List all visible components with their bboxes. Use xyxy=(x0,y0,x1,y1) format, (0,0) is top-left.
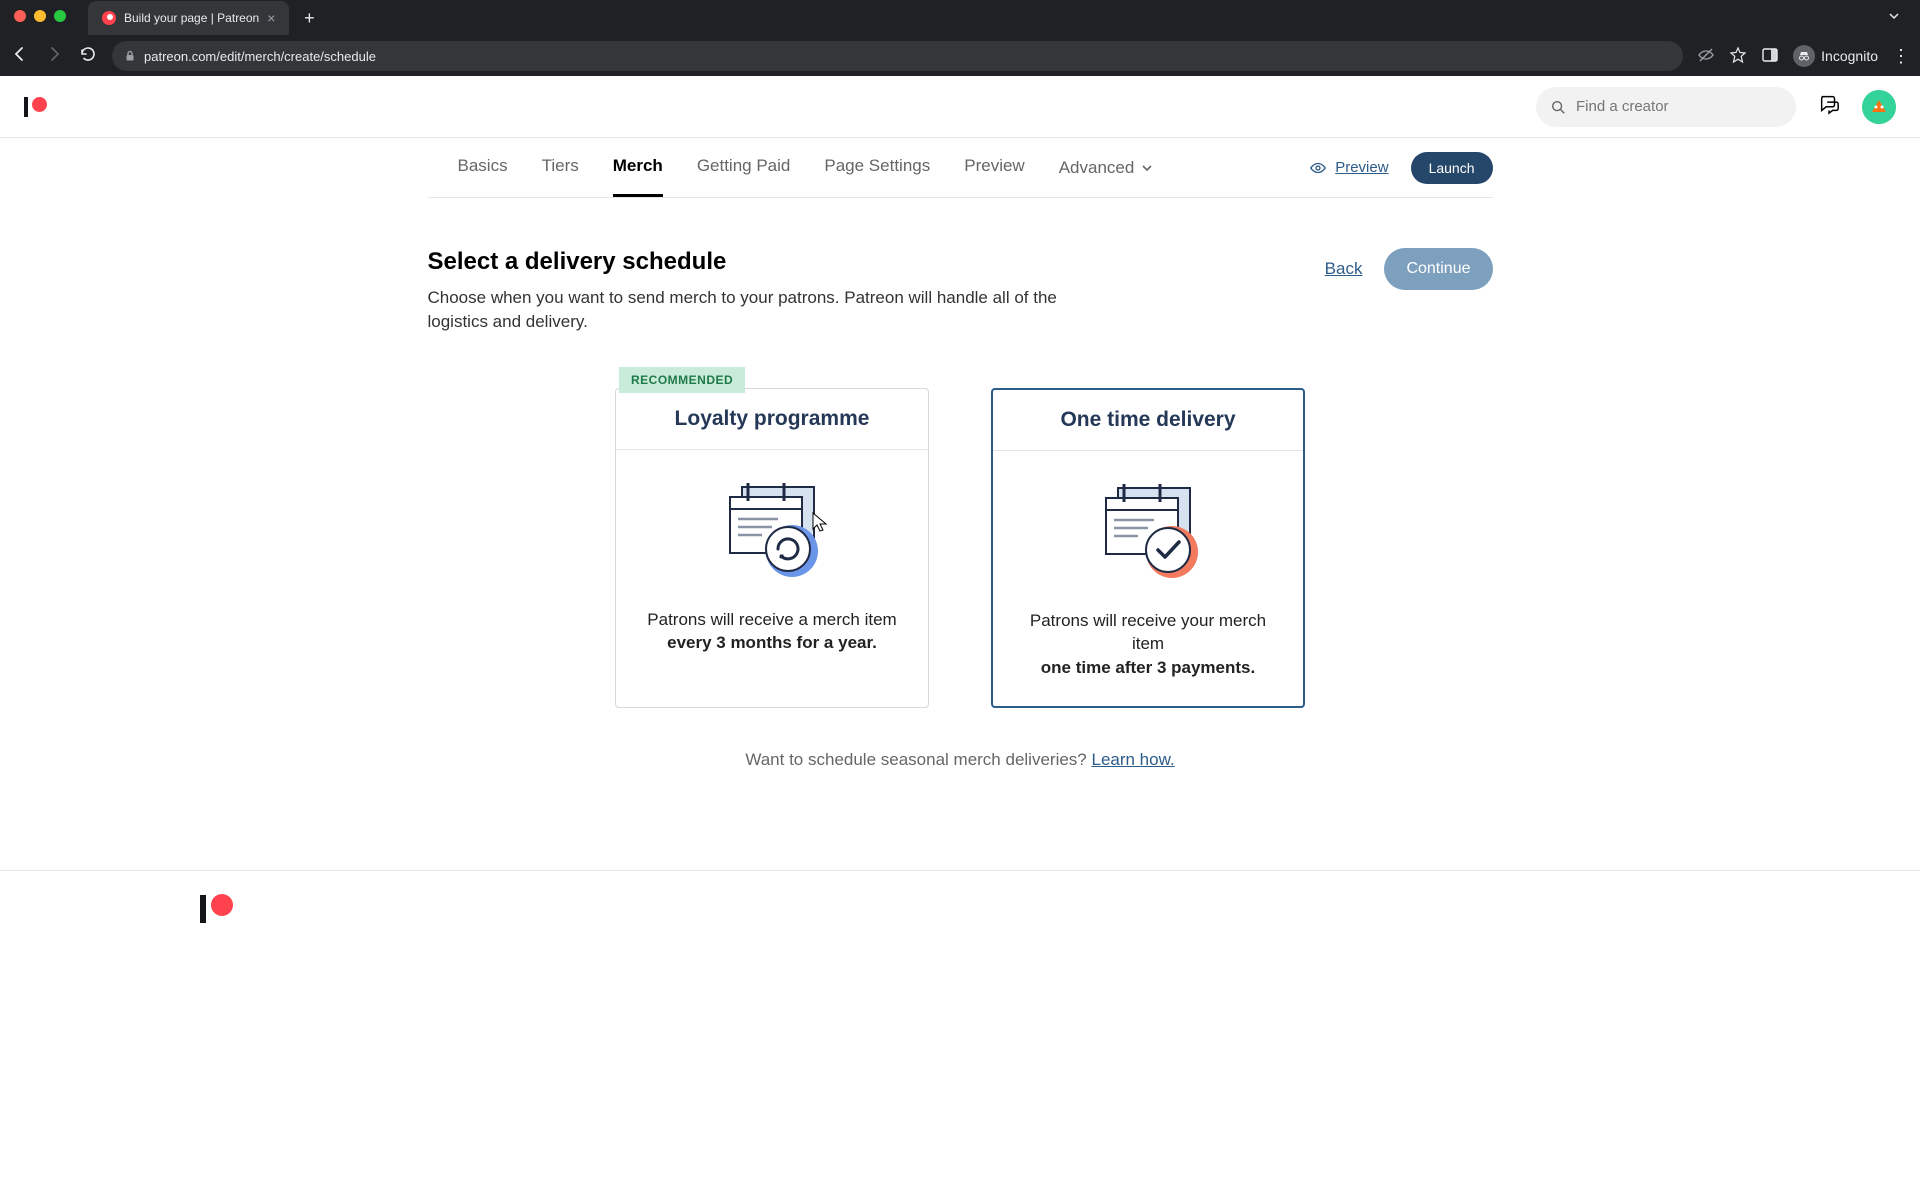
card-onetime-text: Patrons will receive your merch item one… xyxy=(1017,609,1279,680)
preview-link-label: Preview xyxy=(1335,159,1388,176)
panel-icon[interactable] xyxy=(1761,46,1779,67)
browser-reload-icon[interactable] xyxy=(78,45,98,68)
patreon-favicon-icon xyxy=(102,11,116,25)
continue-button[interactable]: Continue xyxy=(1384,248,1492,290)
tab-page-settings[interactable]: Page Settings xyxy=(824,138,930,197)
search-icon xyxy=(1550,98,1566,116)
tab-getting-paid[interactable]: Getting Paid xyxy=(697,138,791,197)
preview-link[interactable]: Preview xyxy=(1309,159,1388,177)
incognito-indicator[interactable]: Incognito xyxy=(1793,45,1878,67)
user-avatar[interactable] xyxy=(1862,90,1896,124)
tab-advanced-label: Advanced xyxy=(1059,158,1135,178)
recommended-badge: RECOMMENDED xyxy=(619,367,745,393)
tab-basics[interactable]: Basics xyxy=(458,138,508,197)
browser-tab[interactable]: Build your page | Patreon × xyxy=(88,1,289,35)
browser-forward-icon[interactable] xyxy=(44,45,64,68)
card-onetime-title: One time delivery xyxy=(993,390,1303,450)
creator-search-input[interactable] xyxy=(1576,98,1782,115)
browser-chrome: Build your page | Patreon × + patreon.co… xyxy=(0,0,1920,76)
tab-merch[interactable]: Merch xyxy=(613,138,663,197)
seasonal-hint: Want to schedule seasonal merch deliveri… xyxy=(428,750,1493,770)
browser-tab-title: Build your page | Patreon xyxy=(124,11,259,25)
patreon-logo-icon[interactable] xyxy=(24,97,47,117)
chevron-down-icon xyxy=(1140,161,1154,175)
bookmark-star-icon[interactable] xyxy=(1729,46,1747,67)
new-tab-button[interactable]: + xyxy=(295,4,323,32)
browser-menu-icon[interactable]: ⋮ xyxy=(1892,46,1910,67)
builder-tabs: Basics Tiers Merch Getting Paid Page Set… xyxy=(428,138,1493,198)
patreon-logo-icon[interactable] xyxy=(200,895,1920,923)
address-bar[interactable]: patreon.com/edit/merch/create/schedule xyxy=(112,41,1683,71)
card-loyalty[interactable]: RECOMMENDED Loyalty programme xyxy=(615,388,929,708)
card-loyalty-title: Loyalty programme xyxy=(616,389,928,449)
calendar-recurring-icon xyxy=(640,472,904,584)
learn-how-link[interactable]: Learn how. xyxy=(1091,750,1174,769)
tab-tiers[interactable]: Tiers xyxy=(542,138,579,197)
incognito-icon xyxy=(1793,45,1815,67)
tab-overflow-icon[interactable] xyxy=(1876,9,1912,27)
tab-close-icon[interactable]: × xyxy=(267,10,275,26)
window-maximize-icon[interactable] xyxy=(54,10,66,22)
footer xyxy=(0,871,1920,923)
app-header xyxy=(0,76,1920,138)
address-bar-url: patreon.com/edit/merch/create/schedule xyxy=(144,49,376,64)
back-link[interactable]: Back xyxy=(1325,259,1363,279)
page-subtitle: Choose when you want to send merch to yo… xyxy=(428,286,1118,334)
calendar-check-icon xyxy=(1017,473,1279,585)
window-minimize-icon[interactable] xyxy=(34,10,46,22)
messages-icon[interactable] xyxy=(1818,93,1840,120)
tab-preview[interactable]: Preview xyxy=(964,138,1024,197)
card-onetime[interactable]: One time delivery xyxy=(991,388,1305,708)
tab-advanced[interactable]: Advanced xyxy=(1059,138,1155,197)
window-controls xyxy=(0,0,80,32)
launch-button[interactable]: Launch xyxy=(1411,152,1493,184)
creator-search[interactable] xyxy=(1536,87,1796,127)
tracking-icon[interactable] xyxy=(1697,46,1715,67)
window-close-icon[interactable] xyxy=(14,10,26,22)
eye-icon xyxy=(1309,159,1327,177)
browser-back-icon[interactable] xyxy=(10,45,30,68)
card-loyalty-text: Patrons will receive a merch item every … xyxy=(640,608,904,656)
page-title: Select a delivery schedule xyxy=(428,248,1118,276)
incognito-label: Incognito xyxy=(1821,48,1878,64)
lock-icon xyxy=(124,50,136,62)
